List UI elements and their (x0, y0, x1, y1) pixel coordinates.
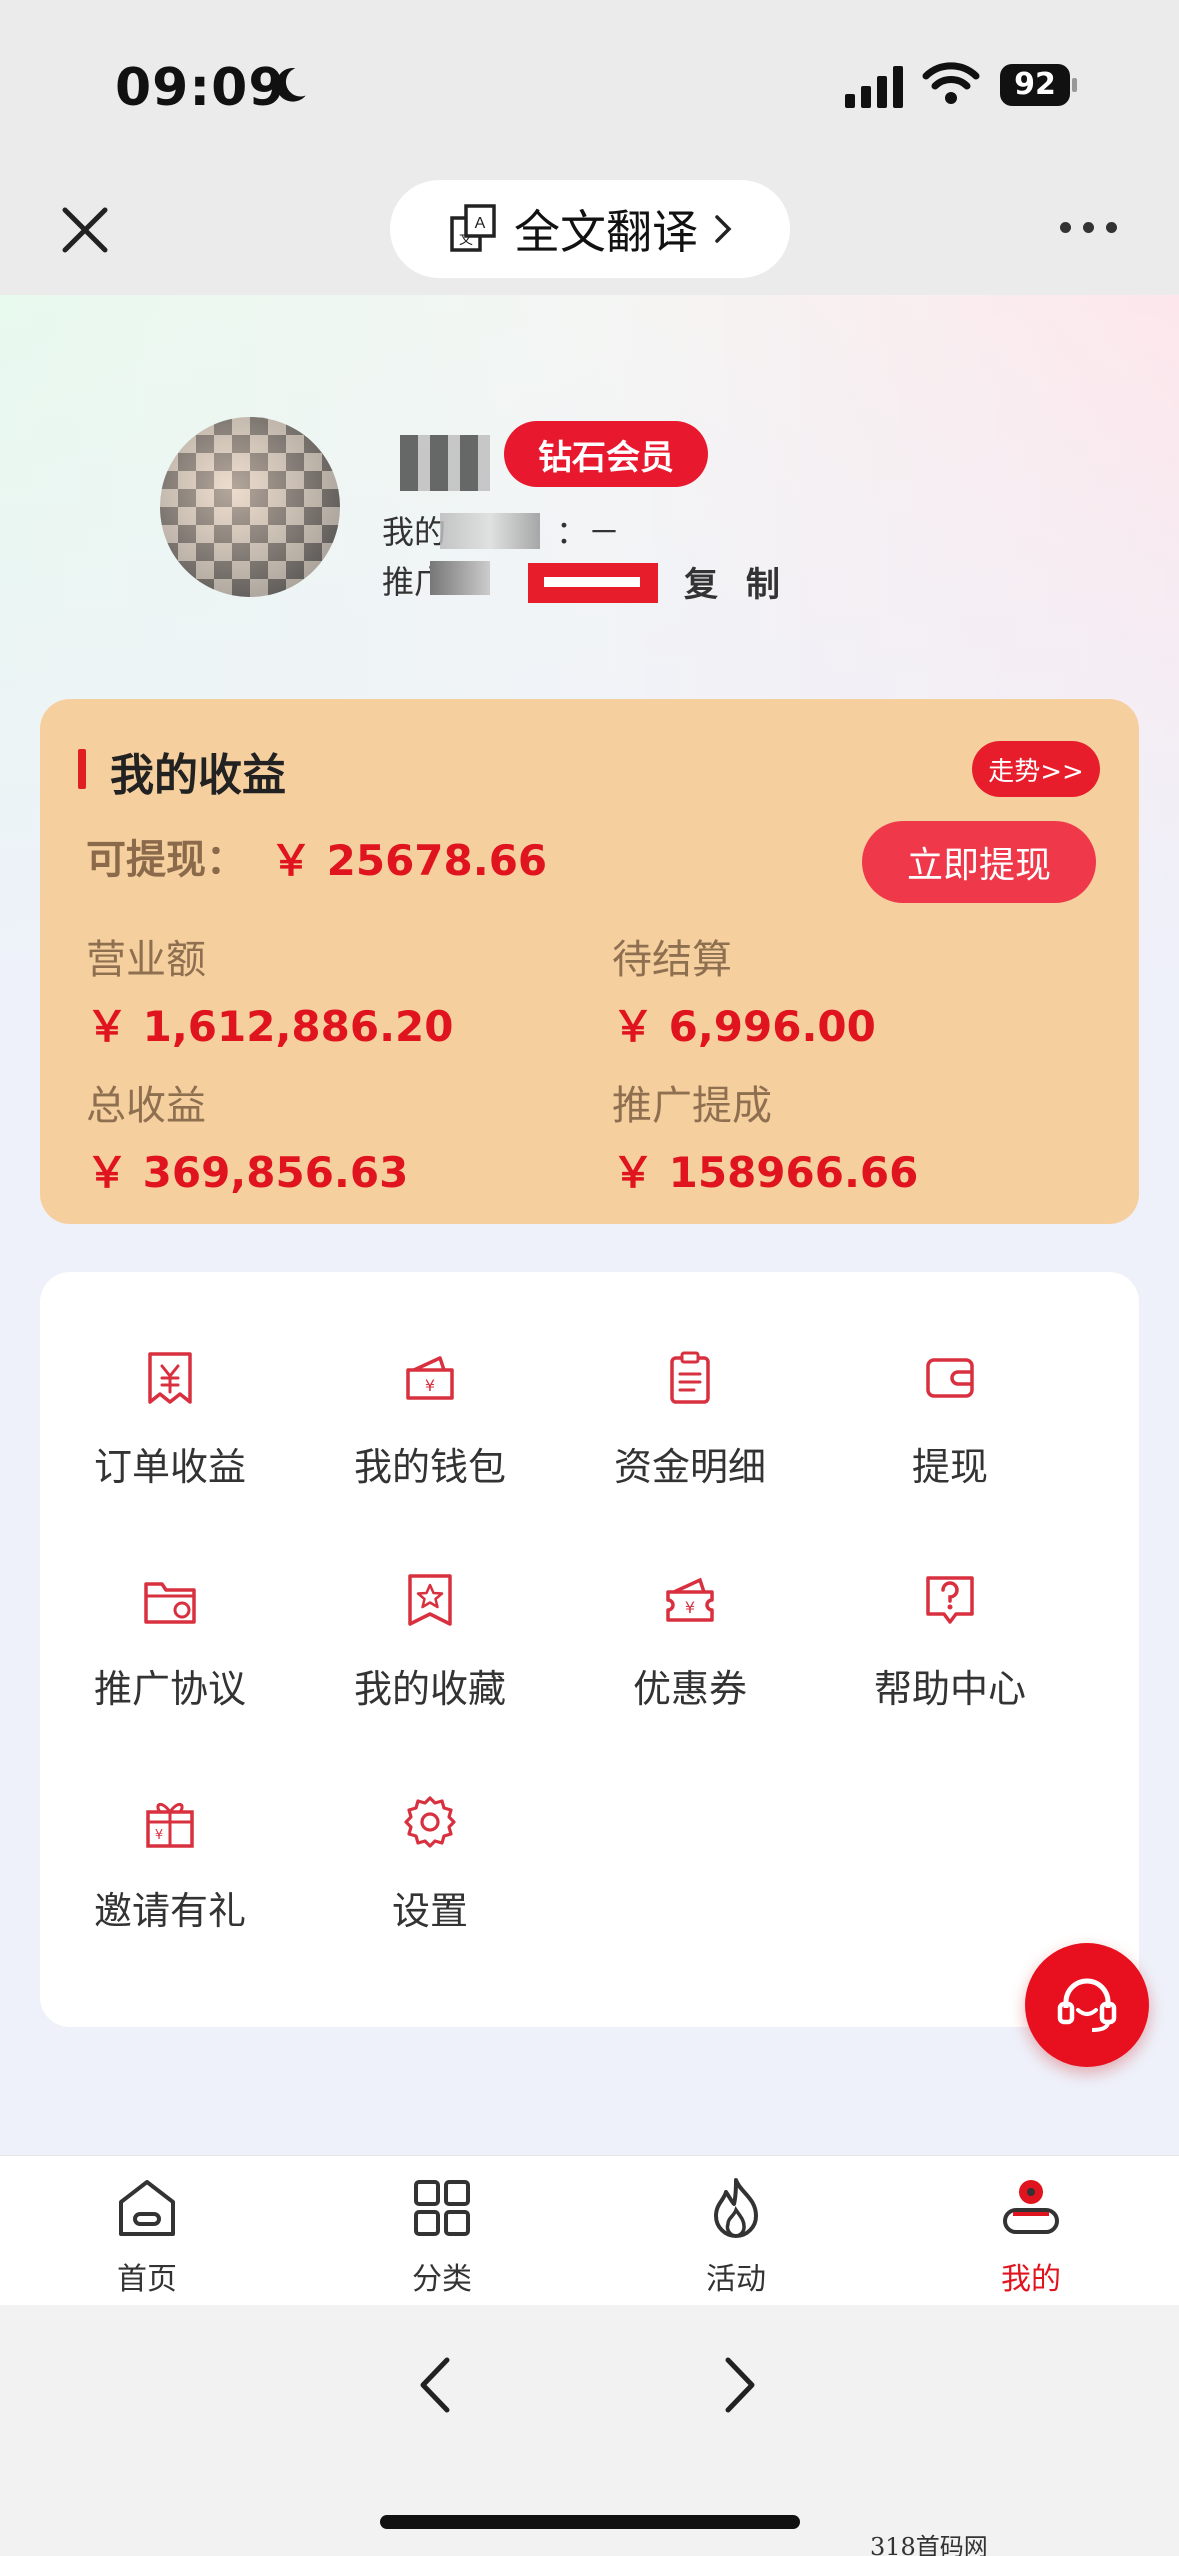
chevron-right-icon (715, 215, 732, 243)
profile-icon (1003, 2180, 1059, 2234)
settings-icon (404, 1796, 456, 1848)
flame-icon (714, 2178, 758, 2238)
stat-label-pending: 待结算 (612, 937, 732, 983)
username-pixelated (400, 435, 490, 491)
menu-label: 我的收藏 (353, 1667, 506, 1711)
tab-label: 活动 (706, 2262, 766, 2297)
headset-icon (1057, 1978, 1117, 2032)
menu-item-invite-gift[interactable]: ¥ 邀请有礼 (40, 1792, 300, 1952)
menu-item-fund-details[interactable]: 资金明细 (560, 1348, 820, 1508)
menu-item-order-income[interactable]: 订单收益 (40, 1348, 300, 1508)
vip-badge: 钻石会员 (504, 421, 708, 487)
withdraw-icon (926, 1358, 974, 1398)
withdraw-now-button[interactable]: 立即提现 (862, 821, 1096, 903)
withdrawable-label: 可提现： (86, 837, 246, 883)
earnings-card: 我的收益 走势>> 可提现： ￥ 25678.66 立即提现 营业额 ￥ 1,6… (40, 699, 1139, 1224)
menu-label: 我的钱包 (353, 1445, 506, 1489)
stat-label-revenue: 营业额 (86, 937, 206, 983)
customer-service-button[interactable] (1025, 1943, 1149, 2067)
svg-text:A: A (475, 215, 486, 232)
gift-icon: ¥ (146, 1803, 194, 1848)
tab-activity[interactable]: 活动 (646, 2176, 826, 2297)
menu-grid: 订单收益 ¥ 我的钱包 资金明细 提现 推广协议 我的收藏 ¥ 优惠券 帮助中心 (40, 1272, 1139, 2027)
menu-label: 设置 (391, 1889, 468, 1933)
main-content: 钻石会员 我的 ：－ 推广 复 制 我的收益 走势>> 可提现： ￥ 25678.… (0, 295, 1179, 2155)
tab-category[interactable]: 分类 (352, 2176, 532, 2297)
tab-label: 分类 (412, 2262, 472, 2297)
wifi-icon (922, 62, 980, 104)
tab-label: 我的 (1001, 2262, 1061, 2297)
tab-label: 首页 (117, 2262, 177, 2297)
title-accent-bar (78, 749, 86, 789)
browser-nav-bar: A 文 全文翻译 (0, 170, 1179, 295)
browser-bottom-bar: 318首码网 www.e318.com (0, 2305, 1179, 2556)
menu-item-help[interactable]: 帮助中心 (820, 1570, 1080, 1730)
promo-code-redacted (528, 563, 658, 603)
menu-label: 订单收益 (93, 1445, 246, 1489)
translate-icon: A 文 (450, 204, 496, 252)
stat-label-commission: 推广提成 (612, 1083, 772, 1129)
menu-label: 帮助中心 (873, 1667, 1026, 1711)
menu-item-withdraw[interactable]: 提现 (820, 1348, 1080, 1508)
referrer-prefix: 我的 (382, 513, 447, 551)
forward-arrow-icon[interactable] (710, 2350, 770, 2420)
menu-item-agreement[interactable]: 推广协议 (40, 1570, 300, 1730)
svg-text:文: 文 (459, 231, 473, 247)
status-bar: 09:09 92 (0, 0, 1179, 170)
earnings-title: 我的收益 (110, 750, 286, 801)
favorites-icon (408, 1574, 452, 1626)
watermark: 318首码网 www.e318.com (870, 2533, 988, 2556)
svg-text:¥: ¥ (685, 1598, 695, 1617)
menu-label: 提现 (911, 1445, 988, 1489)
moon-icon (276, 68, 306, 102)
bottom-tab-bar: 首页 分类 活动 我的 (0, 2155, 1179, 2305)
stat-value-total: ￥ 369,856.63 (86, 1148, 409, 1197)
menu-label: 资金明细 (613, 1445, 766, 1489)
menu-item-settings[interactable]: 设置 (300, 1792, 560, 1952)
stat-value-commission: ￥ 158966.66 (612, 1148, 919, 1197)
tab-home[interactable]: 首页 (57, 2176, 237, 2297)
back-arrow-icon[interactable] (405, 2350, 465, 2420)
more-options-button[interactable] (1060, 212, 1130, 242)
coupon-icon: ¥ (666, 1577, 714, 1622)
category-icon (414, 2180, 470, 2236)
agreement-icon (144, 1582, 196, 1624)
menu-label: 推广协议 (93, 1667, 246, 1711)
redaction-mask (440, 513, 540, 549)
status-time: 09:09 (115, 58, 286, 118)
svg-text:¥: ¥ (425, 1376, 435, 1395)
translate-label: 全文翻译 (514, 205, 698, 259)
stat-value-revenue: ￥ 1,612,886.20 (86, 1002, 454, 1051)
referrer-value: ：－ (556, 513, 621, 551)
help-icon (926, 1576, 974, 1624)
menu-label: 邀请有礼 (93, 1889, 246, 1933)
close-icon[interactable] (55, 200, 115, 260)
avatar[interactable] (160, 417, 340, 597)
home-icon (119, 2180, 175, 2236)
order-income-icon (148, 1352, 192, 1404)
trend-button[interactable]: 走势>> (972, 741, 1100, 797)
signal-icon (845, 66, 903, 108)
menu-item-coupon[interactable]: ¥ 优惠券 (560, 1570, 820, 1730)
home-indicator (380, 2515, 800, 2529)
svg-text:¥: ¥ (155, 1828, 163, 1843)
fund-details-icon (670, 1351, 710, 1404)
withdrawable-value: ￥ 25678.66 (270, 836, 548, 885)
stat-value-pending: ￥ 6,996.00 (612, 1002, 876, 1051)
translate-button[interactable]: A 文 全文翻译 (390, 180, 790, 278)
menu-label: 优惠券 (632, 1667, 747, 1711)
wallet-icon: ¥ (406, 1356, 454, 1400)
menu-item-favorites[interactable]: 我的收藏 (300, 1570, 560, 1730)
battery-icon: 92 (1000, 64, 1077, 106)
redaction-mask (430, 561, 490, 595)
menu-item-wallet[interactable]: ¥ 我的钱包 (300, 1348, 560, 1508)
battery-level: 92 (1000, 64, 1070, 106)
stat-label-total: 总收益 (86, 1083, 206, 1129)
tab-profile[interactable]: 我的 (941, 2176, 1121, 2297)
copy-button[interactable]: 复 制 (684, 557, 788, 606)
